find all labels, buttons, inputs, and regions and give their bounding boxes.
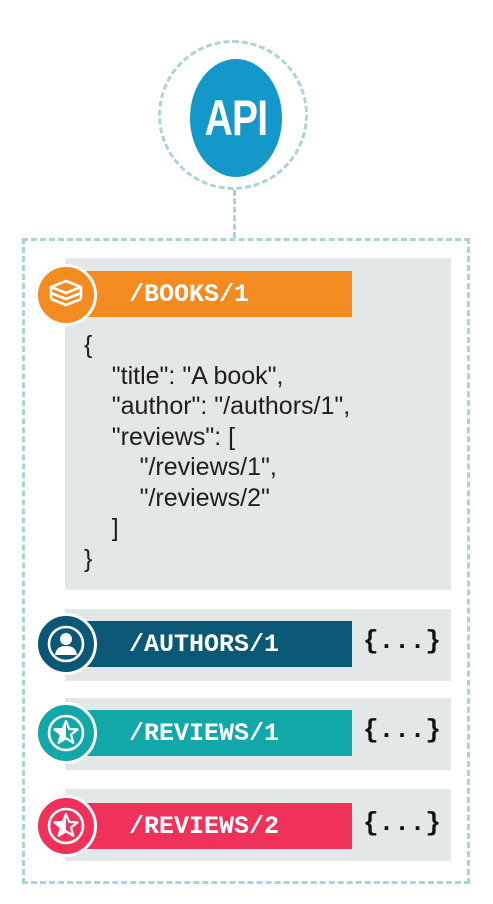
- json-line: {: [84, 331, 93, 359]
- reviews2-path: /REVIEWS/2: [129, 811, 280, 841]
- star-icon: [47, 714, 85, 752]
- authors-icon-badge: [35, 613, 97, 675]
- authors-collapsed-body: {...}: [362, 626, 441, 656]
- json-line: "title": "A book",: [84, 361, 284, 390]
- json-line: "/reviews/1",: [84, 453, 277, 481]
- authors-resource-bar: /AUTHORS/1: [65, 621, 352, 667]
- books-resource-bar: /BOOKS/1: [65, 271, 352, 317]
- json-line: ]: [84, 514, 119, 542]
- books-stack-icon: [49, 279, 83, 307]
- api-node: API: [189, 59, 283, 177]
- json-line: "/reviews/2": [84, 483, 270, 512]
- authors-path: /AUTHORS/1: [129, 629, 280, 659]
- json-line: }: [84, 544, 93, 573]
- json-line: "author": "/authors/1",: [84, 392, 351, 420]
- user-icon: [47, 625, 85, 663]
- reviews1-resource-bar: /REVIEWS/1: [65, 710, 352, 756]
- reviews1-icon-badge: [35, 702, 97, 764]
- reviews1-path: /REVIEWS/1: [129, 718, 280, 748]
- books-icon-badge: [35, 264, 97, 326]
- json-line: "reviews": [: [84, 422, 236, 451]
- api-label: API: [204, 90, 268, 146]
- reviews2-collapsed-body: {...}: [362, 808, 441, 838]
- reviews1-collapsed-body: {...}: [362, 715, 441, 745]
- books-path: /BOOKS/1: [129, 279, 250, 309]
- star-icon: [47, 807, 85, 845]
- books-json-body: { "title": "A book", "author": "/authors…: [84, 330, 350, 574]
- reviews2-icon-badge: [35, 795, 97, 857]
- reviews2-resource-bar: /REVIEWS/2: [65, 803, 352, 849]
- api-connector: [233, 190, 236, 238]
